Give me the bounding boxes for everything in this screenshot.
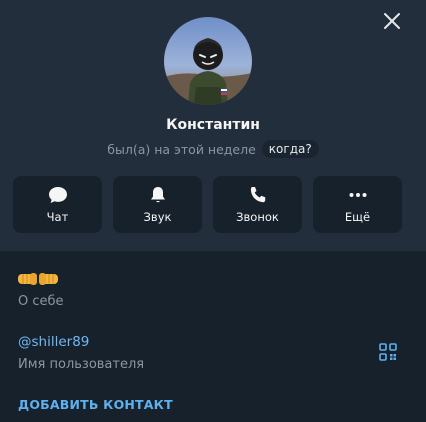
- profile-name: Константин: [166, 117, 260, 133]
- sound-button-label: Звук: [143, 210, 172, 224]
- qr-code-icon[interactable]: [378, 342, 398, 362]
- more-button-label: Ещё: [344, 210, 371, 224]
- more-button[interactable]: Ещё: [313, 176, 402, 233]
- profile-header: Константин был(а) на этой неделе когда? …: [0, 0, 426, 251]
- about-label: О себе: [18, 294, 64, 309]
- fist-bump-icon: [18, 273, 58, 285]
- chat-button[interactable]: Чат: [13, 176, 102, 233]
- last-seen-status: был(а) на этой неделе: [107, 141, 256, 157]
- bell-icon: [150, 187, 165, 203]
- status-row: был(а) на этой неделе когда?: [0, 139, 426, 159]
- chat-button-label: Чат: [46, 210, 69, 224]
- action-buttons: Чат Звук Звонок Ещё: [13, 176, 413, 233]
- call-button-label: Звонок: [236, 210, 279, 224]
- username-label: Имя пользователя: [18, 357, 145, 372]
- close-icon[interactable]: [380, 9, 404, 33]
- about-emoji: [17, 269, 59, 289]
- more-dots-icon: [349, 193, 366, 197]
- when-badge[interactable]: когда?: [261, 140, 319, 158]
- phone-icon: [250, 187, 265, 203]
- chat-bubble-icon: [48, 187, 67, 203]
- avatar[interactable]: [164, 17, 252, 105]
- add-contact-button[interactable]: ДОБАВИТЬ КОНТАКТ: [18, 397, 173, 412]
- username-link[interactable]: @shiller89: [18, 334, 89, 350]
- sound-button[interactable]: Звук: [113, 176, 202, 233]
- call-button[interactable]: Звонок: [213, 176, 302, 233]
